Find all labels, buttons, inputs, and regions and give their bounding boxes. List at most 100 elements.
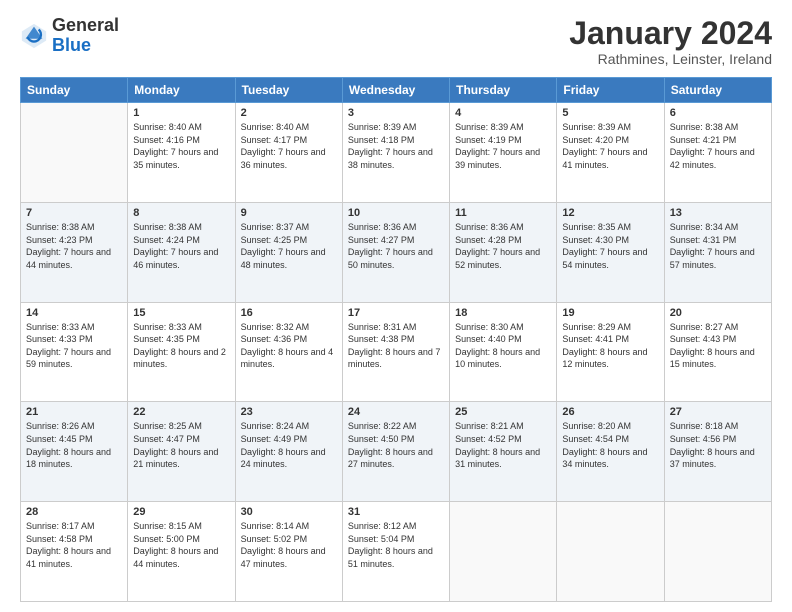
- day-number: 31: [348, 506, 444, 518]
- calendar-cell: [664, 502, 771, 602]
- day-number: 16: [241, 307, 337, 319]
- week-row-3: 14 Sunrise: 8:33 AM Sunset: 4:33 PM Dayli…: [21, 302, 772, 402]
- col-tuesday: Tuesday: [235, 78, 342, 103]
- day-info: Sunrise: 8:31 AM Sunset: 4:38 PM Dayligh…: [348, 321, 444, 371]
- calendar-cell: 9Sunrise: 8:37 AM Sunset: 4:25 PM Daylig…: [235, 202, 342, 302]
- day-number: 28: [26, 506, 122, 518]
- day-info: Sunrise: 8:15 AM Sunset: 5:00 PM Dayligh…: [133, 520, 229, 570]
- calendar-cell: 21Sunrise: 8:26 AM Sunset: 4:45 PM Dayli…: [21, 402, 128, 502]
- day-number: 4: [455, 107, 551, 119]
- calendar-cell: 31 Sunrise: 8:12 AM Sunset: 5:04 PM Dayli…: [342, 502, 449, 602]
- calendar-cell: [21, 103, 128, 203]
- day-number: 7: [26, 207, 122, 219]
- calendar-cell: 14 Sunrise: 8:33 AM Sunset: 4:33 PM Dayli…: [21, 302, 128, 402]
- week-row-4: 21Sunrise: 8:26 AM Sunset: 4:45 PM Dayli…: [21, 402, 772, 502]
- calendar-cell: 4Sunrise: 8:39 AM Sunset: 4:19 PM Daylig…: [450, 103, 557, 203]
- logo-icon: [20, 22, 48, 50]
- day-number: 25: [455, 406, 551, 418]
- calendar-cell: 22Sunrise: 8:25 AM Sunset: 4:47 PM Dayli…: [128, 402, 235, 502]
- day-info: Sunrise: 8:20 AM Sunset: 4:54 PM Dayligh…: [562, 420, 658, 470]
- week-row-5: 28 Sunrise: 8:17 AM Sunset: 4:58 PM Dayli…: [21, 502, 772, 602]
- page: General Blue January 2024 Rathmines, Lei…: [0, 0, 792, 612]
- calendar-cell: 6Sunrise: 8:38 AM Sunset: 4:21 PM Daylig…: [664, 103, 771, 203]
- day-info: Sunrise: 8:17 AM Sunset: 4:58 PM Dayligh…: [26, 520, 122, 570]
- day-info: Sunrise: 8:27 AM Sunset: 4:43 PM Dayligh…: [670, 321, 766, 371]
- day-number: 22: [133, 406, 229, 418]
- calendar-cell: 13 Sunrise: 8:34 AM Sunset: 4:31 PM Dayli…: [664, 202, 771, 302]
- day-number: 24: [348, 406, 444, 418]
- calendar-cell: 3 Sunrise: 8:39 AM Sunset: 4:18 PM Daylig…: [342, 103, 449, 203]
- day-info: Sunrise: 8:39 AM Sunset: 4:18 PM Dayligh…: [348, 121, 444, 171]
- week-row-1: 1 Sunrise: 8:40 AM Sunset: 4:16 PM Daylig…: [21, 103, 772, 203]
- calendar-cell: 1 Sunrise: 8:40 AM Sunset: 4:16 PM Daylig…: [128, 103, 235, 203]
- calendar-cell: 24 Sunrise: 8:22 AM Sunset: 4:50 PM Dayli…: [342, 402, 449, 502]
- location-subtitle: Rathmines, Leinster, Ireland: [569, 51, 772, 67]
- day-info: Sunrise: 8:29 AM Sunset: 4:41 PM Dayligh…: [562, 321, 658, 371]
- calendar-cell: [557, 502, 664, 602]
- day-info: Sunrise: 8:18 AM Sunset: 4:56 PM Dayligh…: [670, 420, 766, 470]
- calendar-cell: 2 Sunrise: 8:40 AM Sunset: 4:17 PM Daylig…: [235, 103, 342, 203]
- day-info: Sunrise: 8:24 AM Sunset: 4:49 PM Dayligh…: [241, 420, 337, 470]
- day-info: Sunrise: 8:35 AM Sunset: 4:30 PM Dayligh…: [562, 221, 658, 271]
- day-info: Sunrise: 8:30 AM Sunset: 4:40 PM Dayligh…: [455, 321, 551, 371]
- calendar-cell: 5Sunrise: 8:39 AM Sunset: 4:20 PM Daylig…: [557, 103, 664, 203]
- calendar-cell: 11 Sunrise: 8:36 AM Sunset: 4:28 PM Dayli…: [450, 202, 557, 302]
- day-number: 23: [241, 406, 337, 418]
- calendar-cell: 30Sunrise: 8:14 AM Sunset: 5:02 PM Dayli…: [235, 502, 342, 602]
- col-monday: Monday: [128, 78, 235, 103]
- calendar-cell: 8Sunrise: 8:38 AM Sunset: 4:24 PM Daylig…: [128, 202, 235, 302]
- day-info: Sunrise: 8:36 AM Sunset: 4:28 PM Dayligh…: [455, 221, 551, 271]
- day-number: 20: [670, 307, 766, 319]
- day-info: Sunrise: 8:40 AM Sunset: 4:16 PM Dayligh…: [133, 121, 229, 171]
- logo-blue: Blue: [52, 35, 91, 55]
- month-title: January 2024: [569, 16, 772, 51]
- calendar-cell: 23 Sunrise: 8:24 AM Sunset: 4:49 PM Dayli…: [235, 402, 342, 502]
- day-number: 2: [241, 107, 337, 119]
- calendar-cell: 26 Sunrise: 8:20 AM Sunset: 4:54 PM Dayli…: [557, 402, 664, 502]
- day-number: 19: [562, 307, 658, 319]
- calendar-cell: 28 Sunrise: 8:17 AM Sunset: 4:58 PM Dayli…: [21, 502, 128, 602]
- day-info: Sunrise: 8:40 AM Sunset: 4:17 PM Dayligh…: [241, 121, 337, 171]
- day-info: Sunrise: 8:32 AM Sunset: 4:36 PM Dayligh…: [241, 321, 337, 371]
- calendar-cell: 12 Sunrise: 8:35 AM Sunset: 4:30 PM Dayli…: [557, 202, 664, 302]
- calendar-cell: 19 Sunrise: 8:29 AM Sunset: 4:41 PM Dayli…: [557, 302, 664, 402]
- day-number: 13: [670, 207, 766, 219]
- logo: General Blue: [20, 16, 119, 56]
- header: General Blue January 2024 Rathmines, Lei…: [20, 16, 772, 67]
- day-number: 18: [455, 307, 551, 319]
- calendar-cell: 20 Sunrise: 8:27 AM Sunset: 4:43 PM Dayli…: [664, 302, 771, 402]
- day-info: Sunrise: 8:14 AM Sunset: 5:02 PM Dayligh…: [241, 520, 337, 570]
- title-block: January 2024 Rathmines, Leinster, Irelan…: [569, 16, 772, 67]
- calendar-cell: 7Sunrise: 8:38 AM Sunset: 4:23 PM Daylig…: [21, 202, 128, 302]
- calendar-cell: [450, 502, 557, 602]
- day-number: 12: [562, 207, 658, 219]
- day-info: Sunrise: 8:33 AM Sunset: 4:33 PM Dayligh…: [26, 321, 122, 371]
- calendar-cell: 29Sunrise: 8:15 AM Sunset: 5:00 PM Dayli…: [128, 502, 235, 602]
- day-number: 21: [26, 406, 122, 418]
- calendar-table: Sunday Monday Tuesday Wednesday Thursday…: [20, 77, 772, 602]
- day-info: Sunrise: 8:22 AM Sunset: 4:50 PM Dayligh…: [348, 420, 444, 470]
- day-number: 9: [241, 207, 337, 219]
- calendar-cell: 25 Sunrise: 8:21 AM Sunset: 4:52 PM Dayli…: [450, 402, 557, 502]
- day-info: Sunrise: 8:33 AM Sunset: 4:35 PM Dayligh…: [133, 321, 229, 371]
- day-number: 10: [348, 207, 444, 219]
- day-number: 17: [348, 307, 444, 319]
- calendar-cell: 16 Sunrise: 8:32 AM Sunset: 4:36 PM Dayli…: [235, 302, 342, 402]
- day-info: Sunrise: 8:12 AM Sunset: 5:04 PM Dayligh…: [348, 520, 444, 570]
- logo-general: General: [52, 15, 119, 35]
- day-info: Sunrise: 8:34 AM Sunset: 4:31 PM Dayligh…: [670, 221, 766, 271]
- col-thursday: Thursday: [450, 78, 557, 103]
- calendar-cell: 17 Sunrise: 8:31 AM Sunset: 4:38 PM Dayli…: [342, 302, 449, 402]
- day-number: 15: [133, 307, 229, 319]
- day-info: Sunrise: 8:21 AM Sunset: 4:52 PM Dayligh…: [455, 420, 551, 470]
- day-number: 26: [562, 406, 658, 418]
- calendar-cell: 27Sunrise: 8:18 AM Sunset: 4:56 PM Dayli…: [664, 402, 771, 502]
- day-number: 3: [348, 107, 444, 119]
- logo-text: General Blue: [52, 16, 119, 56]
- day-number: 6: [670, 107, 766, 119]
- day-number: 11: [455, 207, 551, 219]
- day-number: 14: [26, 307, 122, 319]
- day-info: Sunrise: 8:36 AM Sunset: 4:27 PM Dayligh…: [348, 221, 444, 271]
- day-number: 1: [133, 107, 229, 119]
- calendar-cell: 18 Sunrise: 8:30 AM Sunset: 4:40 PM Dayli…: [450, 302, 557, 402]
